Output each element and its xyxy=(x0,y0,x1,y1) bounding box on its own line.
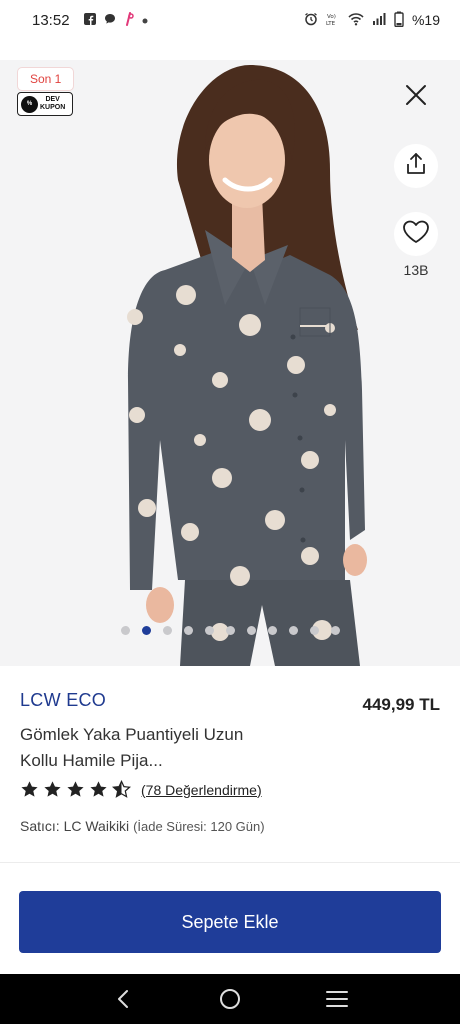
wifi-icon xyxy=(348,12,364,29)
pagination-dot[interactable] xyxy=(288,626,298,635)
favorites-count: 13B xyxy=(403,262,429,278)
product-price: 449,99 TL xyxy=(362,695,441,714)
battery-icon xyxy=(394,11,404,30)
status-right: Vo) LTE %19 xyxy=(304,11,440,30)
pagination-dot[interactable] xyxy=(246,626,256,635)
recents-nav-button[interactable] xyxy=(322,984,352,1014)
star-icon xyxy=(67,781,84,797)
facebook-icon xyxy=(83,12,96,28)
svg-text:LTE: LTE xyxy=(326,21,336,26)
home-nav-button[interactable] xyxy=(215,984,245,1014)
heart-icon xyxy=(402,219,430,250)
alarm-icon xyxy=(304,12,318,29)
pagination-dot[interactable] xyxy=(309,626,319,635)
volte-icon: Vo) LTE xyxy=(326,12,340,29)
status-time: 13:52 xyxy=(32,11,70,29)
favorite-button[interactable] xyxy=(394,212,438,256)
signal-icon xyxy=(372,12,386,29)
coupon-line2: KUPON xyxy=(40,104,66,111)
seller-name: Satıcı: LC Waikiki xyxy=(20,818,130,834)
battery-percent: %19 xyxy=(411,12,440,28)
close-button[interactable] xyxy=(396,76,436,116)
stock-badge: Son 1 xyxy=(18,68,74,90)
return-period: (İade Süresi: 120 Gün) xyxy=(133,819,265,834)
star-icon xyxy=(112,780,131,798)
coupon-badge: % DEV KUPON xyxy=(17,92,73,116)
pagination-dot[interactable] xyxy=(330,626,340,635)
pagination-dot[interactable] xyxy=(204,626,214,635)
recents-icon xyxy=(325,991,348,1007)
pagination-dot[interactable] xyxy=(120,626,130,635)
close-icon xyxy=(405,84,427,109)
home-icon xyxy=(219,989,240,1009)
product-image-gallery[interactable]: Son 1 % DEV KUPON 13B xyxy=(0,60,460,666)
divider xyxy=(0,862,460,863)
add-to-cart-button[interactable]: Sepete Ekle xyxy=(19,891,441,953)
brand-name[interactable]: LCW ECO xyxy=(20,690,106,711)
status-bar: 13:52 Vo) LTE %19 xyxy=(0,0,460,40)
status-left: 13:52 xyxy=(32,11,148,29)
rating-row[interactable]: (78 Değerlendirme) xyxy=(20,780,262,799)
more-notifications-icon xyxy=(142,13,148,27)
share-button[interactable] xyxy=(394,144,438,188)
star-icon xyxy=(44,781,61,797)
star-rating xyxy=(20,780,131,799)
back-nav-button[interactable] xyxy=(108,984,138,1014)
review-count-link[interactable]: (78 Değerlendirme) xyxy=(141,782,262,798)
notification-icons xyxy=(83,11,148,29)
pagination-dot[interactable] xyxy=(162,626,172,635)
seller-info: Satıcı: LC Waikiki (İade Süresi: 120 Gün… xyxy=(20,818,265,834)
star-icon xyxy=(21,781,38,797)
back-icon xyxy=(118,990,129,1008)
image-pagination xyxy=(0,626,460,638)
coupon-line1: DEV xyxy=(45,96,60,103)
star-icon xyxy=(90,781,107,797)
share-icon xyxy=(405,152,427,181)
pagination-dot[interactable] xyxy=(267,626,277,635)
product-title: Gömlek Yaka Puantiyeli Uzun Kollu Hamile… xyxy=(20,725,244,770)
pagination-dot[interactable] xyxy=(141,626,151,635)
chat-bubble-icon xyxy=(104,13,116,28)
app-notification-icon xyxy=(124,11,134,29)
product-photo xyxy=(0,60,460,666)
system-navigation-bar xyxy=(0,974,460,1024)
svg-text:Vo): Vo) xyxy=(327,14,336,20)
pagination-dot[interactable] xyxy=(225,626,235,635)
coupon-icon: % xyxy=(21,95,38,113)
pagination-dot[interactable] xyxy=(183,626,193,635)
coupon-badge-text: DEV KUPON xyxy=(40,96,65,112)
